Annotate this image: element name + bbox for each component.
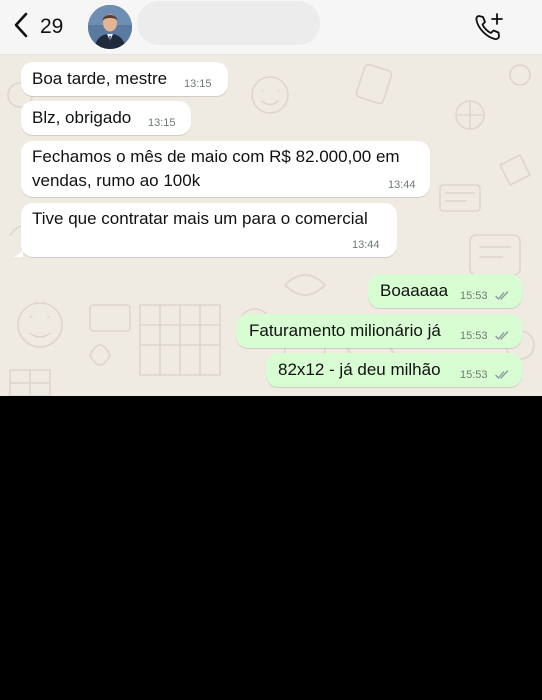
message-text: Faturamento milionário já (249, 321, 441, 340)
chevron-left-icon (12, 11, 32, 44)
outgoing-message[interactable]: Boaaaaa 15:53 (368, 274, 522, 308)
message-text: Boaaaaa (380, 281, 449, 300)
incoming-message[interactable]: Tive que contratar mais um para o comerc… (21, 203, 397, 257)
message-time: 13:44 (388, 179, 416, 191)
blank-area (0, 396, 542, 700)
back-button[interactable]: 29 (12, 10, 82, 44)
message-text-line: Fechamos o mês de maio com R$ 82.000,00 … (32, 147, 400, 166)
incoming-message[interactable]: Boa tarde, mestre 13:15 (21, 62, 228, 96)
avatar[interactable] (88, 5, 132, 49)
message-time: 15:53 (460, 369, 488, 381)
add-call-button[interactable] (472, 10, 506, 44)
outgoing-message[interactable]: Faturamento milionário já 15:53 (236, 314, 522, 348)
message-text: 82x12 - já deu milhão (278, 360, 441, 379)
read-receipt-icon (495, 331, 509, 340)
message-time: 13:44 (352, 239, 380, 251)
message-time: 15:53 (460, 330, 488, 342)
message-time: 13:15 (148, 117, 176, 129)
message-text: Tive que contratar mais um para o comerc… (32, 209, 368, 228)
chat-header: 29 (0, 0, 542, 55)
message-time: 15:53 (460, 290, 488, 302)
read-receipt-icon (495, 370, 509, 379)
outgoing-message[interactable]: 82x12 - já deu milhão 15:53 (266, 353, 522, 387)
add-call-icon (472, 13, 506, 48)
unread-count: 29 (40, 15, 64, 38)
message-text: Boa tarde, mestre (32, 69, 168, 88)
message-time: 13:15 (184, 78, 212, 90)
message-list[interactable]: Boa tarde, mestre 13:15 Blz, obrigado 13… (0, 55, 542, 396)
incoming-message[interactable]: Blz, obrigado 13:15 (21, 101, 191, 135)
chat-screen: 29 Boa tarde, mestre 13:15 Blz, obrigado… (0, 0, 542, 396)
read-receipt-icon (495, 291, 509, 300)
bubble-tail (13, 245, 23, 257)
message-text: Blz, obrigado (32, 108, 132, 127)
incoming-message[interactable]: Fechamos o mês de maio com R$ 82.000,00 … (21, 141, 430, 197)
message-text-line: vendas, rumo ao 100k (32, 171, 201, 190)
contact-name[interactable] (137, 1, 320, 45)
